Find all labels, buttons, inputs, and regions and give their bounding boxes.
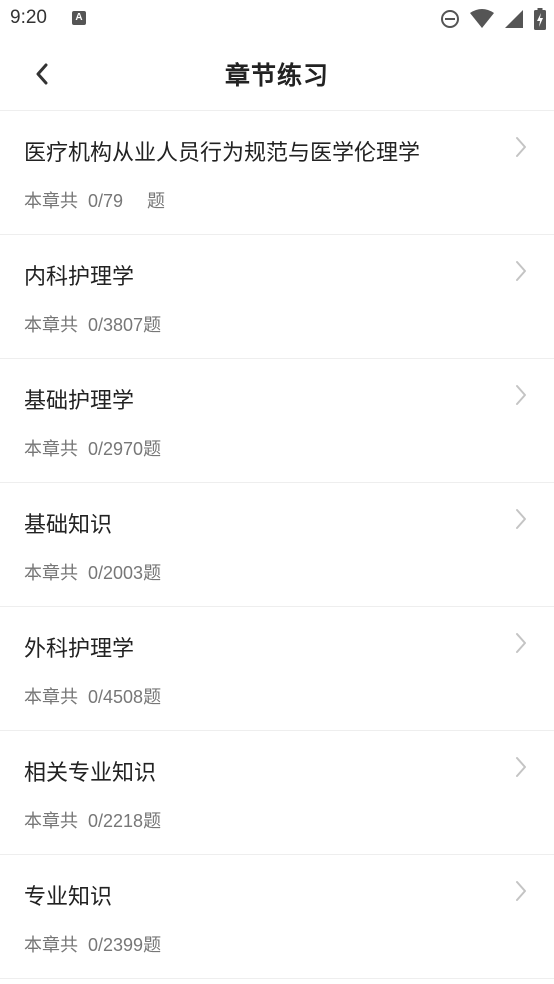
chapter-progress-prefix: 本章共: [24, 563, 78, 583]
status-time: 9:20: [10, 7, 47, 28]
chevron-right-icon: [516, 757, 526, 777]
chapter-progress-prefix: 本章共: [24, 439, 78, 459]
chapter-item[interactable]: 专业知识 本章共 0/2399题: [0, 855, 554, 979]
chapter-progress: 本章共 0/2399题: [24, 931, 161, 957]
chapter-item[interactable]: 相关专业知识 本章共 0/2218题: [0, 731, 554, 855]
chapter-progress-count: 0/2399: [88, 935, 144, 955]
chapter-progress: 本章共 0/4508题: [24, 683, 161, 709]
page-title: 章节练习: [224, 61, 329, 90]
chapter-progress: 本章共 0/2218题: [24, 807, 161, 833]
chapter-progress-count: 0/2970: [88, 439, 144, 459]
chapter-item[interactable]: 基础护理学 本章共 0/2970题: [0, 359, 554, 483]
status-icons: [430, 8, 546, 30]
status-bar: 9:20 A: [0, 0, 554, 38]
chapter-progress-count: 0/2218: [88, 811, 144, 831]
chapter-title: 相关专业知识: [24, 761, 157, 786]
do-not-disturb-icon: [441, 10, 459, 28]
chevron-right-icon: [516, 261, 526, 281]
chapter-item[interactable]: 内科护理学 本章共 0/3807题: [0, 235, 554, 359]
chapter-progress-suffix: 题: [147, 191, 166, 211]
chapter-progress-suffix: 题: [143, 935, 162, 955]
wifi-icon: [470, 9, 494, 28]
chapter-progress: 本章共 0/79 题: [24, 187, 165, 213]
chapter-progress-prefix: 本章共: [24, 811, 78, 831]
chevron-right-icon: [516, 385, 526, 405]
chapter-progress-prefix: 本章共: [24, 935, 78, 955]
chapter-title: 内科护理学: [24, 265, 135, 290]
chevron-right-icon: [516, 509, 526, 529]
chapter-title: 基础护理学: [24, 389, 135, 414]
chapter-list: 医疗机构从业人员行为规范与医学伦理学 本章共 0/79 题 内科护理学 本章共 0/3…: [0, 111, 554, 979]
battery-charging-icon: [534, 8, 546, 30]
chapter-progress-suffix: 题: [143, 315, 162, 335]
chapter-progress: 本章共 0/3807题: [24, 311, 161, 337]
chevron-right-icon: [516, 137, 526, 157]
chapter-title: 外科护理学: [24, 637, 135, 662]
chapter-progress-prefix: 本章共: [24, 191, 78, 211]
chapter-item[interactable]: 外科护理学 本章共 0/4508题: [0, 607, 554, 731]
signal-icon: [505, 10, 523, 28]
chapter-progress-suffix: 题: [143, 687, 162, 707]
chapter-progress-suffix: 题: [143, 439, 162, 459]
chapter-title: 基础知识: [24, 513, 113, 538]
chapter-progress: 本章共 0/2003题: [24, 559, 161, 585]
header-bar: 章节练习: [0, 38, 554, 111]
chapter-progress-count: 0/3807: [88, 315, 144, 335]
chapter-progress-prefix: 本章共: [24, 315, 78, 335]
chapter-progress-count: 0/2003: [88, 563, 144, 583]
chapter-progress-count: 0/4508: [88, 687, 144, 707]
chapter-progress-count: 0/79: [88, 191, 124, 211]
chapter-progress-prefix: 本章共: [24, 687, 78, 707]
chevron-right-icon: [516, 633, 526, 653]
app-notification-icon: A: [72, 11, 86, 25]
chapter-title: 医疗机构从业人员行为规范与医学伦理学: [24, 141, 421, 166]
chapter-title: 专业知识: [24, 885, 113, 910]
chapter-progress-suffix: 题: [143, 563, 162, 583]
chevron-right-icon: [516, 881, 526, 901]
chapter-item[interactable]: 基础知识 本章共 0/2003题: [0, 483, 554, 607]
chapter-progress: 本章共 0/2970题: [24, 435, 161, 461]
chapter-item[interactable]: 医疗机构从业人员行为规范与医学伦理学 本章共 0/79 题: [0, 111, 554, 235]
chapter-progress-suffix: 题: [143, 811, 162, 831]
